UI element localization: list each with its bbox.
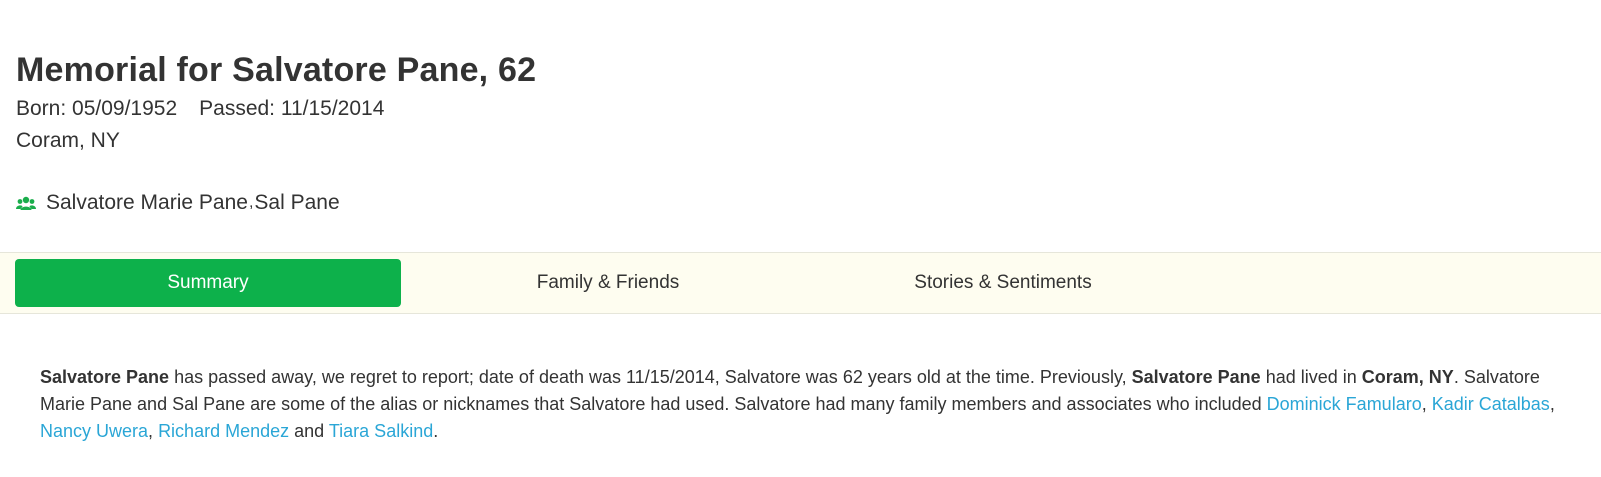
deceased-name: Salvatore Pane [40, 367, 170, 387]
tab-family-friends[interactable]: Family & Friends [415, 259, 801, 307]
aliases-row: Salvatore Marie Pane, Sal Pane [16, 190, 340, 216]
alias-name: Sal Pane [254, 191, 340, 214]
separator: , [1421, 394, 1432, 414]
memorial-header: Memorial for Salvatore Pane, 62 Born: 05… [16, 50, 1576, 154]
location: Coram, NY [16, 129, 120, 152]
life-dates: Born: 05/09/1952 Passed: 11/15/2014 [16, 96, 1576, 122]
separator: , [148, 421, 159, 441]
tab-summary[interactable]: Summary [15, 259, 401, 307]
summary-sentence: had lived in [1260, 367, 1362, 387]
alias-separator: , [248, 194, 254, 211]
separator: . [433, 421, 439, 441]
summary-text: Salvatore Pane has passed away, we regre… [40, 364, 1580, 445]
relative-link-richard-mendez[interactable]: Richard Mendez [158, 421, 289, 441]
tab-bar: Summary Family & Friends Stories & Senti… [0, 252, 1601, 314]
born-date: Born: 05/09/1952 [16, 97, 178, 120]
summary-sentence: has passed away, we regret to report; da… [169, 367, 1132, 387]
relative-link-kadir-catalbas[interactable]: Kadir Catalbas [1432, 394, 1550, 414]
residence-location: Coram, NY [1361, 367, 1454, 387]
tab-stories-sentiments[interactable]: Stories & Sentiments [810, 259, 1196, 307]
people-icon [16, 194, 36, 212]
passed-date: Passed: 11/15/2014 [199, 97, 385, 120]
page-title: Memorial for Salvatore Pane, 62 [16, 51, 537, 89]
separator: and [289, 421, 329, 441]
relative-link-tiara-salkind[interactable]: Tiara Salkind [329, 421, 433, 441]
deceased-name: Salvatore Pane [1131, 367, 1261, 387]
alias-name: Salvatore Marie Pane [46, 191, 248, 214]
relative-link-nancy-uwera[interactable]: Nancy Uwera [40, 421, 148, 441]
relative-link-dominick-famularo[interactable]: Dominick Famularo [1267, 394, 1422, 414]
separator: , [1549, 394, 1555, 414]
